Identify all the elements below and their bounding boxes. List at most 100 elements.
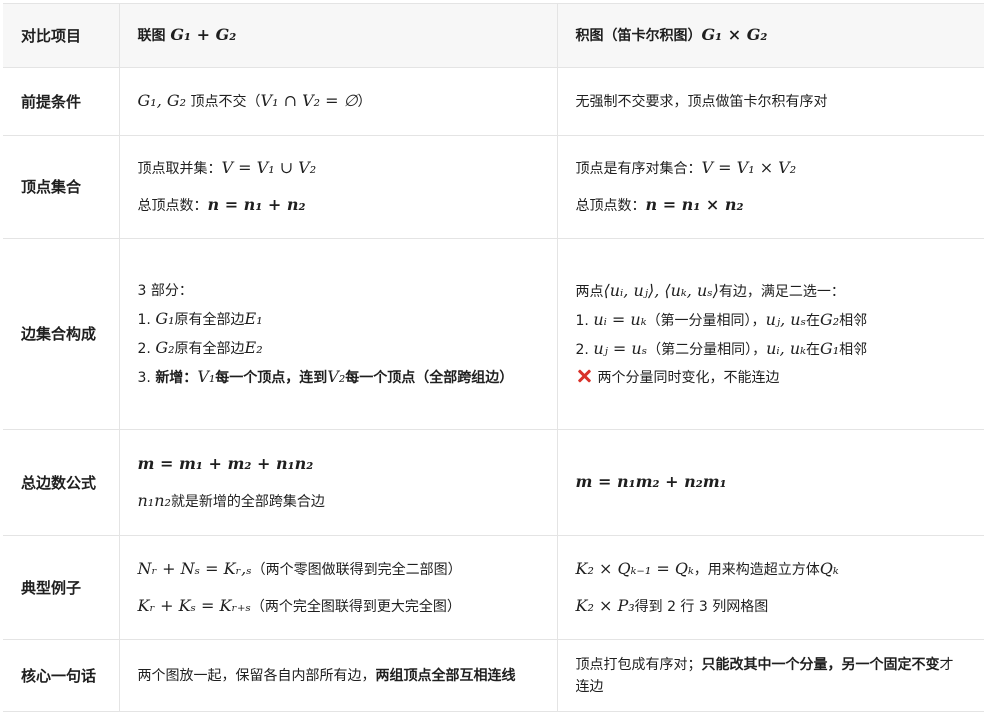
text: 在 bbox=[805, 312, 820, 329]
text: 总顶点数： bbox=[575, 198, 646, 214]
prefix: 1. bbox=[575, 312, 594, 329]
formula: K₂ × P₃ bbox=[575, 595, 635, 615]
text: 顶点取并集： bbox=[137, 161, 222, 177]
table-row-edge-count: 总边数公式 m = m₁ + m₂ + n₁n₂ n₁n₂就是新增的全部跨集合边… bbox=[3, 429, 984, 536]
bold-text: 新增： bbox=[155, 369, 198, 386]
edge-count-product-cell: m = n₁m₂ + n₂m₁ bbox=[556, 429, 984, 536]
formula: m = n₁m₂ + n₂m₁ bbox=[575, 472, 727, 491]
edges-join-item2: 2. G₂原有全部边E₂ bbox=[138, 337, 539, 360]
bold-text: 只能改其中一个分量，另一个固定不变 bbox=[701, 656, 940, 673]
edges-product-item2: 2. uⱼ = uₛ（第二分量相同），uᵢ, uₖ在G₁相邻 bbox=[576, 338, 967, 361]
examples-product-line2: K₂ × P₃得到 2 行 3 列网格图 bbox=[576, 595, 967, 618]
edges-product-cell: 两点⟨uᵢ, uⱼ⟩, ⟨uₖ, uₛ⟩有边，满足二选一： 1. uᵢ = uₖ… bbox=[556, 238, 984, 430]
bold-text: 每一个顶点（全部跨组边） bbox=[345, 369, 514, 386]
header-item-label: 对比项目 bbox=[21, 26, 82, 45]
comparison-page: 对比项目 联图 G₁ + G₂ 积图（笛卡尔积图）G₁ × G₂ 前提条件 G₁… bbox=[0, 0, 987, 713]
text: 两点 bbox=[575, 283, 604, 300]
formula: Kᵣ + Kₛ = Kᵣ₊ₛ bbox=[137, 595, 251, 615]
edges-product-item1: 1. uᵢ = uₖ（第一分量相同），uⱼ, uₛ在G₂相邻 bbox=[576, 309, 967, 332]
premise-product-cell: 无强制不交要求，顶点做笛卡尔积有序对 bbox=[556, 67, 984, 136]
vertex-product-line2: 总顶点数：n = n₁ × n₂ bbox=[576, 194, 967, 217]
premise-join-math: G₁, G₂ bbox=[137, 91, 187, 110]
text: 原有全部边 bbox=[174, 340, 245, 357]
text: 相邻 bbox=[839, 341, 868, 358]
text: 相邻 bbox=[839, 312, 868, 329]
header-item: 对比项目 bbox=[3, 3, 119, 68]
formula: uⱼ, uₛ bbox=[765, 309, 806, 329]
edges-join-cell: 3 部分： 1. G₁原有全部边E₁ 2. G₂原有全部边E₂ 3. 新增：V₁… bbox=[118, 238, 557, 430]
table-row-vertex: 顶点集合 顶点取并集：V = V₁ ∪ V₂ 总顶点数：n = n₁ + n₂ … bbox=[3, 135, 984, 239]
note-text: 两个分量同时变化，不能连边 bbox=[597, 369, 780, 386]
header-join-math: G₁ + G₂ bbox=[170, 25, 237, 44]
formula: G₂ bbox=[819, 309, 840, 329]
formula: K₂ × Qₖ₋₁ = Qₖ bbox=[575, 558, 694, 578]
row-label: 边集合构成 bbox=[3, 238, 119, 430]
row-label: 顶点集合 bbox=[3, 135, 119, 239]
formula: Nᵣ + Nₛ = Kᵣ,ₛ bbox=[137, 558, 252, 578]
bold-text: 两组顶点全部互相连线 bbox=[375, 667, 516, 684]
edges-join-item3: 3. 新增：V₁每一个顶点，连到V₂每一个顶点（全部跨组边） bbox=[138, 366, 539, 389]
premise-join-cell: G₁, G₂ 顶点不交（V₁ ∩ V₂ = ∅） bbox=[118, 67, 557, 136]
premise-join-formula: V₁ ∩ V₂ = ∅ bbox=[260, 91, 358, 110]
header-product-math: G₁ × G₂ bbox=[701, 25, 768, 44]
text: ，用来构造超立方体 bbox=[693, 561, 820, 578]
formula: m = m₁ + m₂ + n₁n₂ bbox=[137, 453, 314, 473]
text: 有边，满足二选一： bbox=[718, 283, 845, 300]
header-join-text: 联图 bbox=[137, 28, 171, 44]
vertex-product-cell: 顶点是有序对集合：V = V₁ × V₂ 总顶点数：n = n₁ × n₂ bbox=[556, 135, 984, 239]
examples-join-line1: Nᵣ + Nₛ = Kᵣ,ₛ（两个零图做联得到完全二部图） bbox=[138, 558, 539, 581]
edges-join-item1: 1. G₁原有全部边E₁ bbox=[138, 308, 539, 331]
formula: G₁ bbox=[155, 308, 175, 328]
header-product: 积图（笛卡尔积图）G₁ × G₂ bbox=[556, 3, 984, 68]
formula: ⟨uᵢ, uⱼ⟩, ⟨uₖ, uₛ⟩ bbox=[603, 280, 719, 300]
row-label: 总边数公式 bbox=[3, 429, 119, 536]
edge-count-join-note: n₁n₂就是新增的全部跨集合边 bbox=[138, 490, 539, 513]
examples-join-line2: Kᵣ + Kₛ = Kᵣ₊ₛ（两个完全图联得到更大完全图） bbox=[138, 595, 539, 618]
text: 在 bbox=[805, 341, 820, 358]
formula: V = V₁ × V₂ bbox=[701, 158, 797, 177]
formula: E₂ bbox=[244, 337, 263, 357]
prefix: 1. bbox=[137, 311, 156, 328]
formula: Qₖ bbox=[819, 558, 839, 578]
table-row-edges: 边集合构成 3 部分： 1. G₁原有全部边E₁ 2. G₂原有全部边E₂ 3.… bbox=[3, 238, 984, 430]
prefix: 3. bbox=[137, 369, 156, 386]
edges-join-intro: 3 部分： bbox=[137, 282, 193, 299]
premise-join-text: 顶点不交（ bbox=[186, 94, 261, 110]
summary-product-cell: 顶点打包成有序对；只能改其中一个分量，另一个固定不变才连边 bbox=[556, 639, 984, 712]
text: 原有全部边 bbox=[174, 311, 245, 328]
text: 就是新增的全部跨集合边 bbox=[170, 493, 325, 510]
examples-product-line1: K₂ × Qₖ₋₁ = Qₖ，用来构造超立方体Qₖ bbox=[576, 558, 967, 581]
formula: G₂ bbox=[155, 337, 175, 357]
formula: n₁n₂ bbox=[137, 490, 171, 510]
edges-product-intro: 两点⟨uᵢ, uⱼ⟩, ⟨uₖ, uₛ⟩有边，满足二选一： bbox=[576, 280, 967, 303]
vertex-product-line1: 顶点是有序对集合：V = V₁ × V₂ bbox=[576, 157, 967, 180]
formula: n = n₁ × n₂ bbox=[645, 195, 744, 214]
formula: uᵢ, uₖ bbox=[766, 338, 806, 358]
row-label: 典型例子 bbox=[3, 535, 119, 640]
text: （第一分量相同）， bbox=[646, 312, 766, 329]
edge-count-join-cell: m = m₁ + m₂ + n₁n₂ n₁n₂就是新增的全部跨集合边 bbox=[118, 429, 557, 536]
formula: uⱼ = uₛ bbox=[593, 338, 648, 358]
prefix: 2. bbox=[137, 340, 156, 357]
header-join: 联图 G₁ + G₂ bbox=[118, 3, 557, 68]
formula: n = n₁ + n₂ bbox=[207, 195, 306, 214]
text: （第二分量相同）， bbox=[647, 341, 767, 358]
text: 两个图放一起，保留各自内部所有边， bbox=[137, 667, 376, 684]
prefix: 2. bbox=[575, 341, 594, 358]
examples-product-cell: K₂ × Qₖ₋₁ = Qₖ，用来构造超立方体Qₖ K₂ × P₃得到 2 行 … bbox=[556, 535, 984, 640]
table-row-examples: 典型例子 Nᵣ + Nₛ = Kᵣ,ₛ（两个零图做联得到完全二部图） Kᵣ + … bbox=[3, 535, 984, 640]
formula: G₁ bbox=[819, 338, 840, 358]
row-label: 前提条件 bbox=[3, 67, 119, 136]
text: 顶点打包成有序对； bbox=[575, 656, 702, 673]
bold-text: 每一个顶点，连到 bbox=[215, 369, 328, 386]
text: （两个完全图联得到更大完全图） bbox=[250, 598, 461, 615]
formula: uᵢ = uₖ bbox=[593, 309, 647, 329]
text: （两个零图做联得到完全二部图） bbox=[251, 561, 462, 578]
formula: E₁ bbox=[244, 308, 263, 328]
text: 得到 2 行 3 列网格图 bbox=[634, 598, 769, 615]
edge-count-join-formula: m = m₁ + m₂ + n₁n₂ bbox=[138, 453, 539, 476]
vertex-join-line2: 总顶点数：n = n₁ + n₂ bbox=[138, 194, 539, 217]
table-header-row: 对比项目 联图 G₁ + G₂ 积图（笛卡尔积图）G₁ × G₂ bbox=[3, 3, 984, 68]
table-row-summary: 核心一句话 两个图放一起，保留各自内部所有边，两组顶点全部互相连线 顶点打包成有… bbox=[3, 639, 984, 712]
header-product-text: 积图（笛卡尔积图） bbox=[575, 28, 702, 44]
